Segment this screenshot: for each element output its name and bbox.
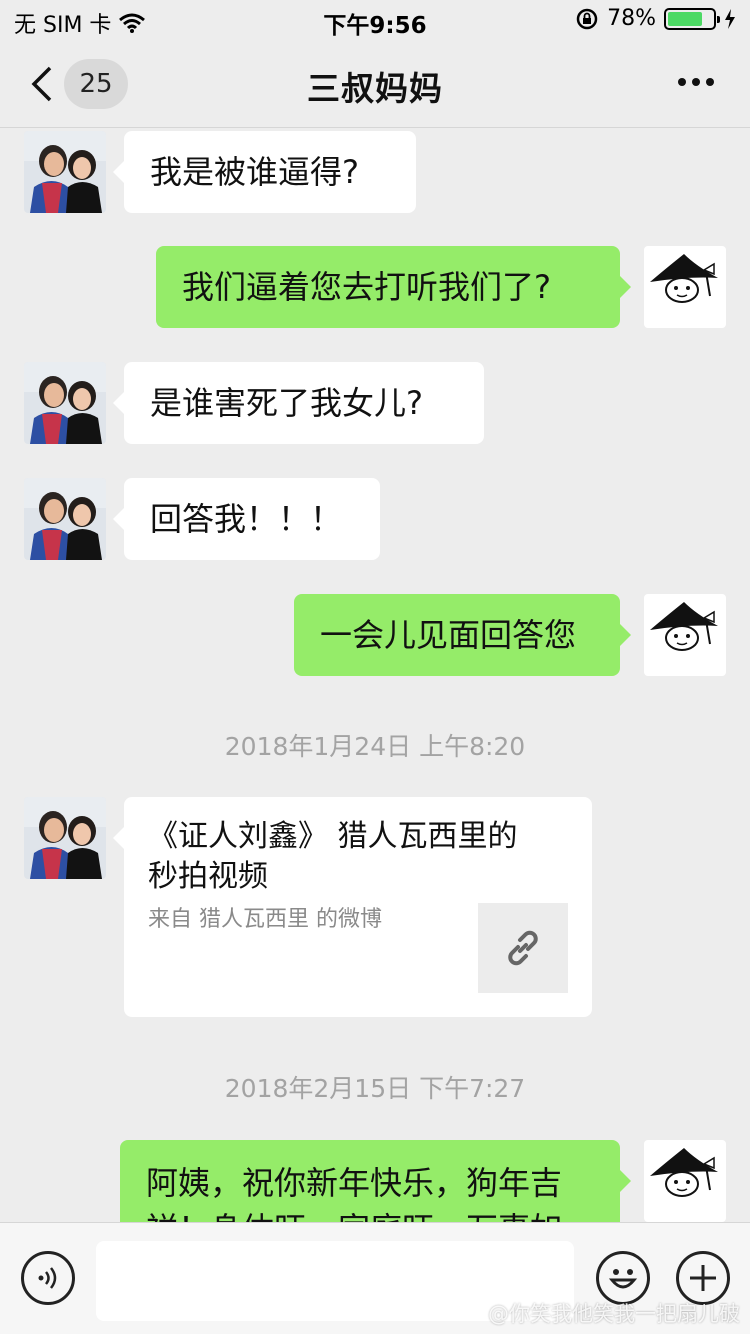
incoming-message[interactable]: 是谁害死了我女儿? [113,362,484,444]
link-card-source: 来自 猎人瓦西里 的微博 [148,907,382,932]
shared-link-card[interactable]: 《证人刘鑫》 猎人瓦西里的 秒拍视频 来自 猎人瓦西里 的微博 [113,797,592,1017]
more-options-icon[interactable] [678,78,714,86]
battery-percent: 78% [607,6,656,31]
message-timestamp: 2018年2月15日 下午7:27 [224,1074,526,1103]
add-more-icon[interactable] [676,1251,730,1305]
chat-title: 三叔妈妈 [307,69,443,108]
voice-input-icon[interactable] [21,1251,75,1305]
outgoing-message[interactable]: 我们逼着您去打听我们了? [156,246,631,328]
my-avatar[interactable] [644,594,726,676]
contact-avatar[interactable] [24,478,106,560]
my-avatar[interactable] [644,246,726,328]
emoji-icon[interactable] [596,1251,650,1305]
chat-header: 25 三叔妈妈 [0,40,750,128]
battery-icon [664,7,720,30]
status-bar: 无 SIM 卡 下午9:56 78% [0,0,750,40]
outgoing-message[interactable]: 一会儿见面回答您 [294,594,631,676]
outgoing-message[interactable]: 阿姨，祝你新年快乐，狗年吉祥！身体旺，家庭旺，万事如 [120,1140,631,1222]
contact-avatar[interactable] [24,797,106,879]
rotation-lock-icon [576,8,598,29]
link-card-title: 《证人刘鑫》 猎人瓦西里的 秒拍视频 [148,819,518,894]
contact-avatar[interactable] [24,131,106,213]
link-icon [508,930,538,966]
message-timestamp: 2018年1月24日 上午8:20 [224,732,526,761]
incoming-message[interactable]: 回答我！！！ [113,478,380,560]
watermark: @你笑我他笑我一把扇儿破 [488,1302,740,1326]
message-list[interactable]: 我是被谁逼得? 我们逼着您去打听我们了? 是谁害死了我女儿? 回答我！！！ 一会… [0,129,750,1222]
contact-avatar[interactable] [24,362,106,444]
charging-icon [725,8,735,29]
link-card-thumbnail [478,903,568,993]
incoming-message[interactable]: 我是被谁逼得? [113,131,416,213]
my-avatar[interactable] [644,1140,726,1222]
